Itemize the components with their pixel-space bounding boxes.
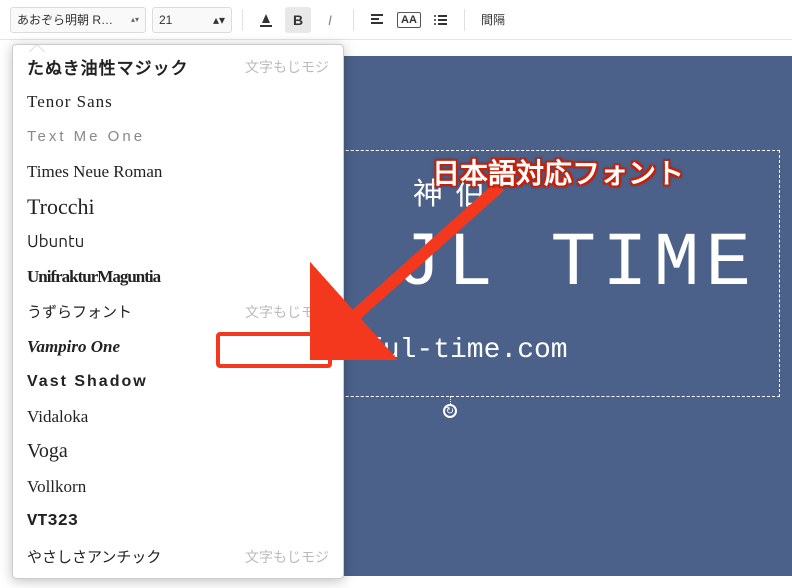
font-color-icon [258, 12, 274, 28]
font-option[interactable]: Vidaloka [13, 399, 343, 434]
font-option-name: Voga [27, 440, 68, 463]
font-option[interactable]: UnifrakturMaguntia [13, 259, 343, 294]
font-dropdown: たぬき油性マジック文字もじモジTenor SansText Me OneTime… [12, 44, 344, 579]
font-family-value: あおぞら明朝 R… [17, 11, 113, 28]
font-family-select[interactable]: あおぞら明朝 R… ▴▾ [10, 7, 146, 33]
annotation-label: 日本語対応フォント [432, 152, 684, 192]
rotate-handle[interactable]: ↻ [443, 404, 457, 418]
list-button[interactable] [428, 7, 454, 33]
font-option[interactable]: Times Neue Roman [13, 154, 343, 189]
annotation-arrow [310, 180, 510, 360]
font-option-sample: 文字もじモジ [245, 547, 329, 567]
font-option[interactable]: たぬき油性マジック 文字もじモジ [13, 49, 343, 84]
font-size-value: 21 [159, 13, 172, 27]
font-option-name: Vast Shadow [27, 373, 148, 391]
font-option[interactable]: Ubuntu [13, 224, 343, 259]
spacing-button[interactable]: 間隔 [475, 11, 511, 28]
align-button[interactable] [364, 7, 390, 33]
font-option[interactable]: Tenor Sans [13, 84, 343, 119]
chevron-updown-icon: ▴▾ [131, 15, 139, 24]
font-option[interactable]: Voga [13, 434, 343, 469]
font-option-name: やさしさアンチック [27, 546, 161, 567]
text-case-button[interactable]: AA [396, 7, 422, 33]
font-option-sample: 文字もじモジ [245, 57, 329, 77]
font-option-name: たぬき油性マジック [27, 54, 189, 79]
font-option[interactable]: Vollkorn [13, 469, 343, 504]
font-option-name: Times Neue Roman [27, 162, 162, 182]
font-option-name: UnifrakturMaguntia [27, 267, 160, 287]
font-option-name: Vampiro One [27, 337, 120, 357]
separator [464, 9, 465, 31]
font-option[interactable]: VT323 [13, 504, 343, 539]
chevron-updown-icon: ▴▾ [213, 13, 225, 27]
bold-button[interactable]: B [285, 7, 311, 33]
separator [242, 9, 243, 31]
font-option-name: Vollkorn [27, 477, 86, 497]
font-option-name: Trocchi [27, 194, 95, 220]
font-option[interactable]: Text Me One [13, 119, 343, 154]
font-option[interactable]: Vast Shadow [13, 364, 343, 399]
separator [353, 9, 354, 31]
font-option-name: Vidaloka [27, 407, 88, 427]
font-option[interactable]: うずらフォント文字もじモジ [13, 294, 343, 329]
toolbar: あおぞら明朝 R… ▴▾ 21 ▴▾ B I AA 間隔 [0, 0, 792, 40]
list-icon [433, 12, 449, 28]
text-case-icon: AA [397, 12, 421, 28]
font-size-select[interactable]: 21 ▴▾ [152, 7, 232, 33]
font-option-name: VT323 [27, 512, 78, 531]
font-color-button[interactable] [253, 7, 279, 33]
italic-button[interactable]: I [317, 7, 343, 33]
font-option[interactable]: Trocchi [13, 189, 343, 224]
font-option-name: うずらフォント [27, 301, 132, 322]
font-option-name: Tenor Sans [27, 92, 113, 112]
font-option-name: Ubuntu [27, 232, 84, 251]
font-option[interactable]: やさしさアンチック 文字もじモジ [13, 539, 343, 574]
align-icon [369, 12, 385, 28]
rotate-stem [450, 396, 451, 404]
font-option-name: Text Me One [27, 128, 145, 145]
